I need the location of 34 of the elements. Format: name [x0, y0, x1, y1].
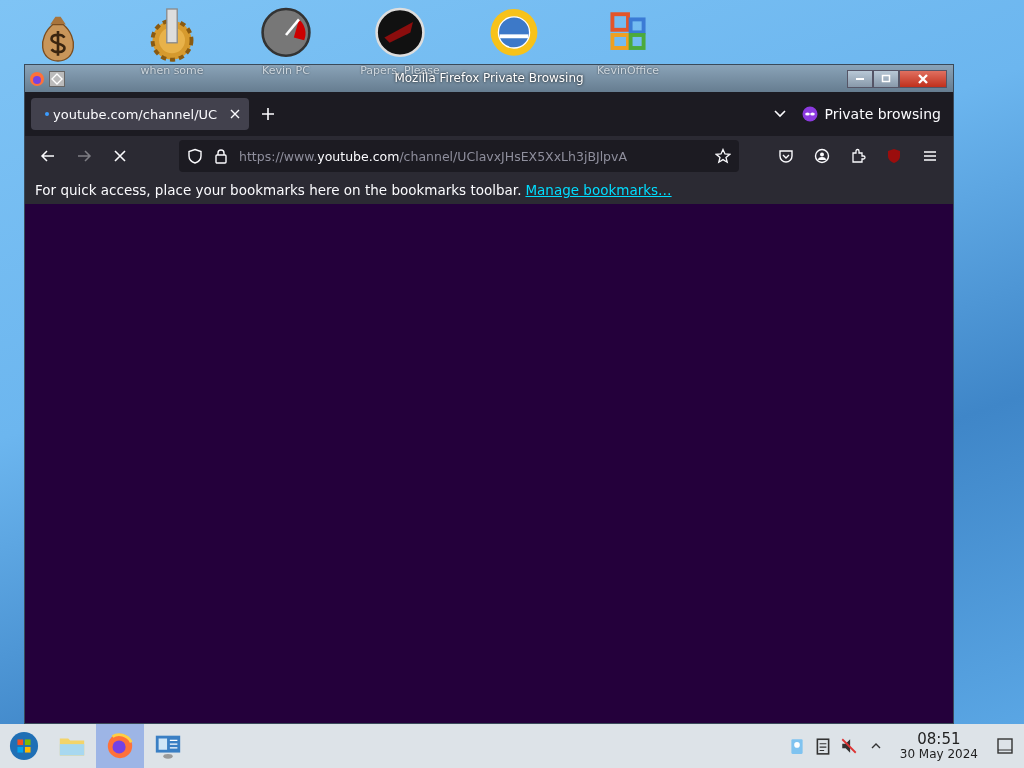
- url-text: https://www.youtube.com/channel/UClavxJHsEX5XxLh3jBJlpvA: [239, 148, 628, 164]
- firefox-icon: [105, 731, 135, 761]
- clock-date[interactable]: 30 May 2024: [899, 747, 978, 761]
- desktop-icon: [996, 737, 1014, 755]
- plus-icon: [261, 107, 275, 121]
- menu-icon: [922, 148, 938, 164]
- diamond-icon[interactable]: [49, 70, 65, 87]
- browser-tab[interactable]: youtube.com/channel/UC: [31, 98, 249, 130]
- manage-bookmarks-link[interactable]: Manage bookmarks…: [525, 182, 672, 198]
- stop-x-icon: [112, 148, 128, 164]
- muted-speaker-icon[interactable]: [839, 737, 858, 755]
- forward-arrow-icon: [76, 148, 92, 164]
- lock-icon[interactable]: [213, 148, 229, 164]
- bookmarks-hint: For quick access, place your bookmarks here on the bookmarks toolbar.: [35, 182, 522, 198]
- minimize-button[interactable]: [847, 69, 873, 88]
- windows-logo-icon: [9, 731, 39, 761]
- shield-icon: [886, 148, 902, 164]
- minimize-icon: [856, 77, 864, 80]
- puzzle-piece-icon: [850, 148, 866, 164]
- mask-icon: [802, 106, 819, 122]
- taskbar-app-button[interactable]: [96, 724, 144, 768]
- back-arrow-icon: [40, 148, 56, 164]
- private-browsing-label: Private browsing: [824, 106, 941, 122]
- close-tab-icon[interactable]: [229, 108, 241, 120]
- close-button[interactable]: [899, 69, 947, 88]
- maximize-button[interactable]: [873, 69, 899, 88]
- clock-time[interactable]: 08:51: [917, 731, 961, 748]
- pocket-icon: [778, 148, 794, 164]
- shield-icon[interactable]: [187, 148, 203, 164]
- address-bar[interactable]: https://www.youtube.com/channel/UClavxJHsEX5XxLh3jBJlpvA: [179, 140, 739, 172]
- maximize-icon: [880, 72, 892, 85]
- account-icon: [814, 148, 830, 164]
- close-icon: [917, 72, 929, 85]
- star-icon[interactable]: [715, 148, 731, 164]
